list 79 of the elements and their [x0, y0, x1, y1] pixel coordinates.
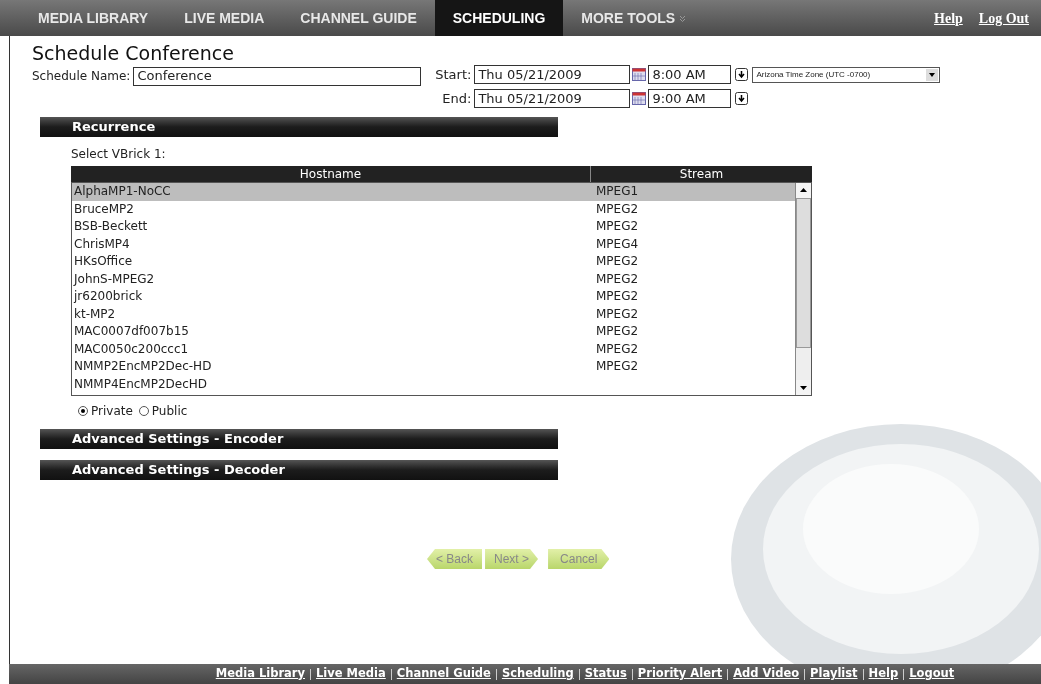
date-field[interactable]: Thu 05/21/2009 — [474, 89, 631, 108]
host-row[interactable]: AlphaMP1-NoCC MPEG1 — [72, 183, 795, 201]
timezone-dropdown[interactable]: Arizona Time Zone (UTC -0700) — [752, 66, 941, 83]
hostname-cell-text: BruceMP2 — [73, 200, 135, 218]
stream-cell-text: MPEG2 — [595, 323, 639, 340]
page-title: Schedule Conference — [32, 42, 235, 64]
host-row[interactable]: HKsOffice MPEG2 — [72, 253, 795, 271]
nav-link[interactable]: Help — [934, 7, 963, 29]
hostname-cell-text: AlphaMP1-NoCC — [73, 183, 172, 200]
scrollbar[interactable] — [795, 183, 811, 395]
time-field[interactable]: 8:00 AM — [648, 65, 732, 84]
section-header[interactable]: Recurrence — [40, 117, 558, 137]
radio-label: Public — [151, 403, 188, 420]
section-header[interactable]: Advanced Settings - Decoder — [40, 460, 558, 480]
stream-cell-text: MPEG2 — [595, 200, 639, 218]
hostname-cell-text: NMMP4EncMP2DecHD — [73, 375, 209, 393]
stream-cell-text: MPEG4 — [595, 235, 639, 253]
footer-link[interactable]: Add Video — [733, 665, 800, 683]
stream-cell-text: MPEG1 — [595, 183, 639, 200]
stream-cell-text: MPEG2 — [595, 288, 639, 305]
footer-link[interactable]: Priority Alert — [637, 665, 723, 683]
host-row[interactable]: MAC0050c200ccc1 MPEG2 — [72, 340, 795, 358]
nav-tab[interactable]: MEDIA LIBRARY — [20, 0, 167, 36]
nav-link[interactable]: Log Out — [978, 7, 1029, 29]
hostname-cell-text: MAC0007df007b15 — [73, 323, 190, 340]
host-row[interactable]: JohnS-MPEG2 MPEG2 — [72, 270, 795, 288]
hostname-cell-text: MAC0050c200ccc1 — [73, 340, 190, 358]
down-arrow-icon[interactable] — [735, 92, 749, 105]
footer-link[interactable]: Status — [584, 665, 627, 683]
hostname-cell-text: BSB-Beckett — [73, 218, 149, 235]
footer-link[interactable]: Help — [868, 665, 899, 683]
field-label: Schedule Name: — [32, 68, 131, 85]
field-label: End: — [441, 89, 472, 108]
schedule-name-field[interactable]: Conference — [133, 66, 422, 86]
host-row[interactable]: NMMP2EncMP2Dec-HD MPEG2 — [72, 358, 795, 376]
host-row[interactable]: BSB-Beckett MPEG2 — [72, 218, 795, 236]
host-row[interactable]: ChrisMP4 MPEG4 — [72, 235, 795, 253]
nav-tab[interactable]: LIVE MEDIA — [166, 0, 283, 36]
date-field[interactable]: Thu 05/21/2009 — [474, 65, 631, 84]
field-label: Start: — [434, 65, 472, 84]
radio-button[interactable] — [78, 406, 88, 416]
column-header: Stream — [678, 166, 725, 182]
scroll-up-icon[interactable] — [796, 183, 811, 198]
radio-button[interactable] — [138, 406, 149, 416]
down-arrow-icon[interactable] — [735, 68, 749, 81]
host-row[interactable]: BruceMP2 MPEG2 — [72, 200, 795, 218]
stream-cell-text: MPEG2 — [595, 305, 639, 323]
section-header[interactable]: Advanced Settings - Encoder — [40, 429, 558, 449]
footer-link[interactable]: Live Media — [316, 665, 386, 683]
stream-cell-text: MPEG2 — [595, 340, 639, 358]
stream-cell-text: MPEG2 — [595, 253, 639, 270]
hostname-cell-text: jr6200brick — [72, 288, 144, 305]
stream-cell-text: MPEG2 — [595, 358, 639, 375]
time-field[interactable]: 9:00 AM — [648, 89, 732, 108]
footer-link[interactable]: Logout — [909, 665, 955, 683]
scroll-down-icon[interactable] — [796, 380, 811, 395]
nav-tab[interactable]: MORE TOOLS — [563, 0, 705, 36]
radio-label: Private — [91, 403, 133, 420]
select-label: Select VBrick 1: — [71, 146, 167, 163]
hostname-cell-text: HKsOffice — [73, 253, 134, 270]
hostname-cell-text: kt-MP2 — [73, 305, 117, 323]
host-row[interactable]: MAC0007df007b15 MPEG2 — [72, 323, 795, 341]
footer-link[interactable]: Media Library — [215, 665, 306, 683]
footer-link[interactable]: Playlist — [810, 665, 858, 683]
hostname-cell-text: ChrisMP4 — [73, 235, 131, 253]
stream-cell-text: MPEG2 — [595, 270, 639, 288]
calendar-icon[interactable] — [632, 92, 647, 105]
nav-tab[interactable]: CHANNEL GUIDE — [282, 0, 435, 36]
chevron-icon — [679, 14, 687, 22]
host-row[interactable]: NMMP4EncMP2DecHD — [72, 375, 795, 393]
hostname-cell-text: NMMP2EncMP2Dec-HD — [73, 358, 213, 375]
footer-link[interactable]: Channel Guide — [396, 665, 491, 683]
stream-cell-text: MPEG2 — [595, 218, 639, 235]
nav-tab[interactable]: SCHEDULING — [434, 0, 564, 36]
host-row[interactable]: kt-MP2 MPEG2 — [72, 305, 795, 323]
host-row[interactable]: jr6200brick MPEG2 — [72, 288, 795, 306]
hostname-cell-text: JohnS-MPEG2 — [72, 270, 156, 288]
calendar-icon[interactable] — [632, 68, 647, 81]
footer-link[interactable]: Scheduling — [501, 665, 574, 683]
